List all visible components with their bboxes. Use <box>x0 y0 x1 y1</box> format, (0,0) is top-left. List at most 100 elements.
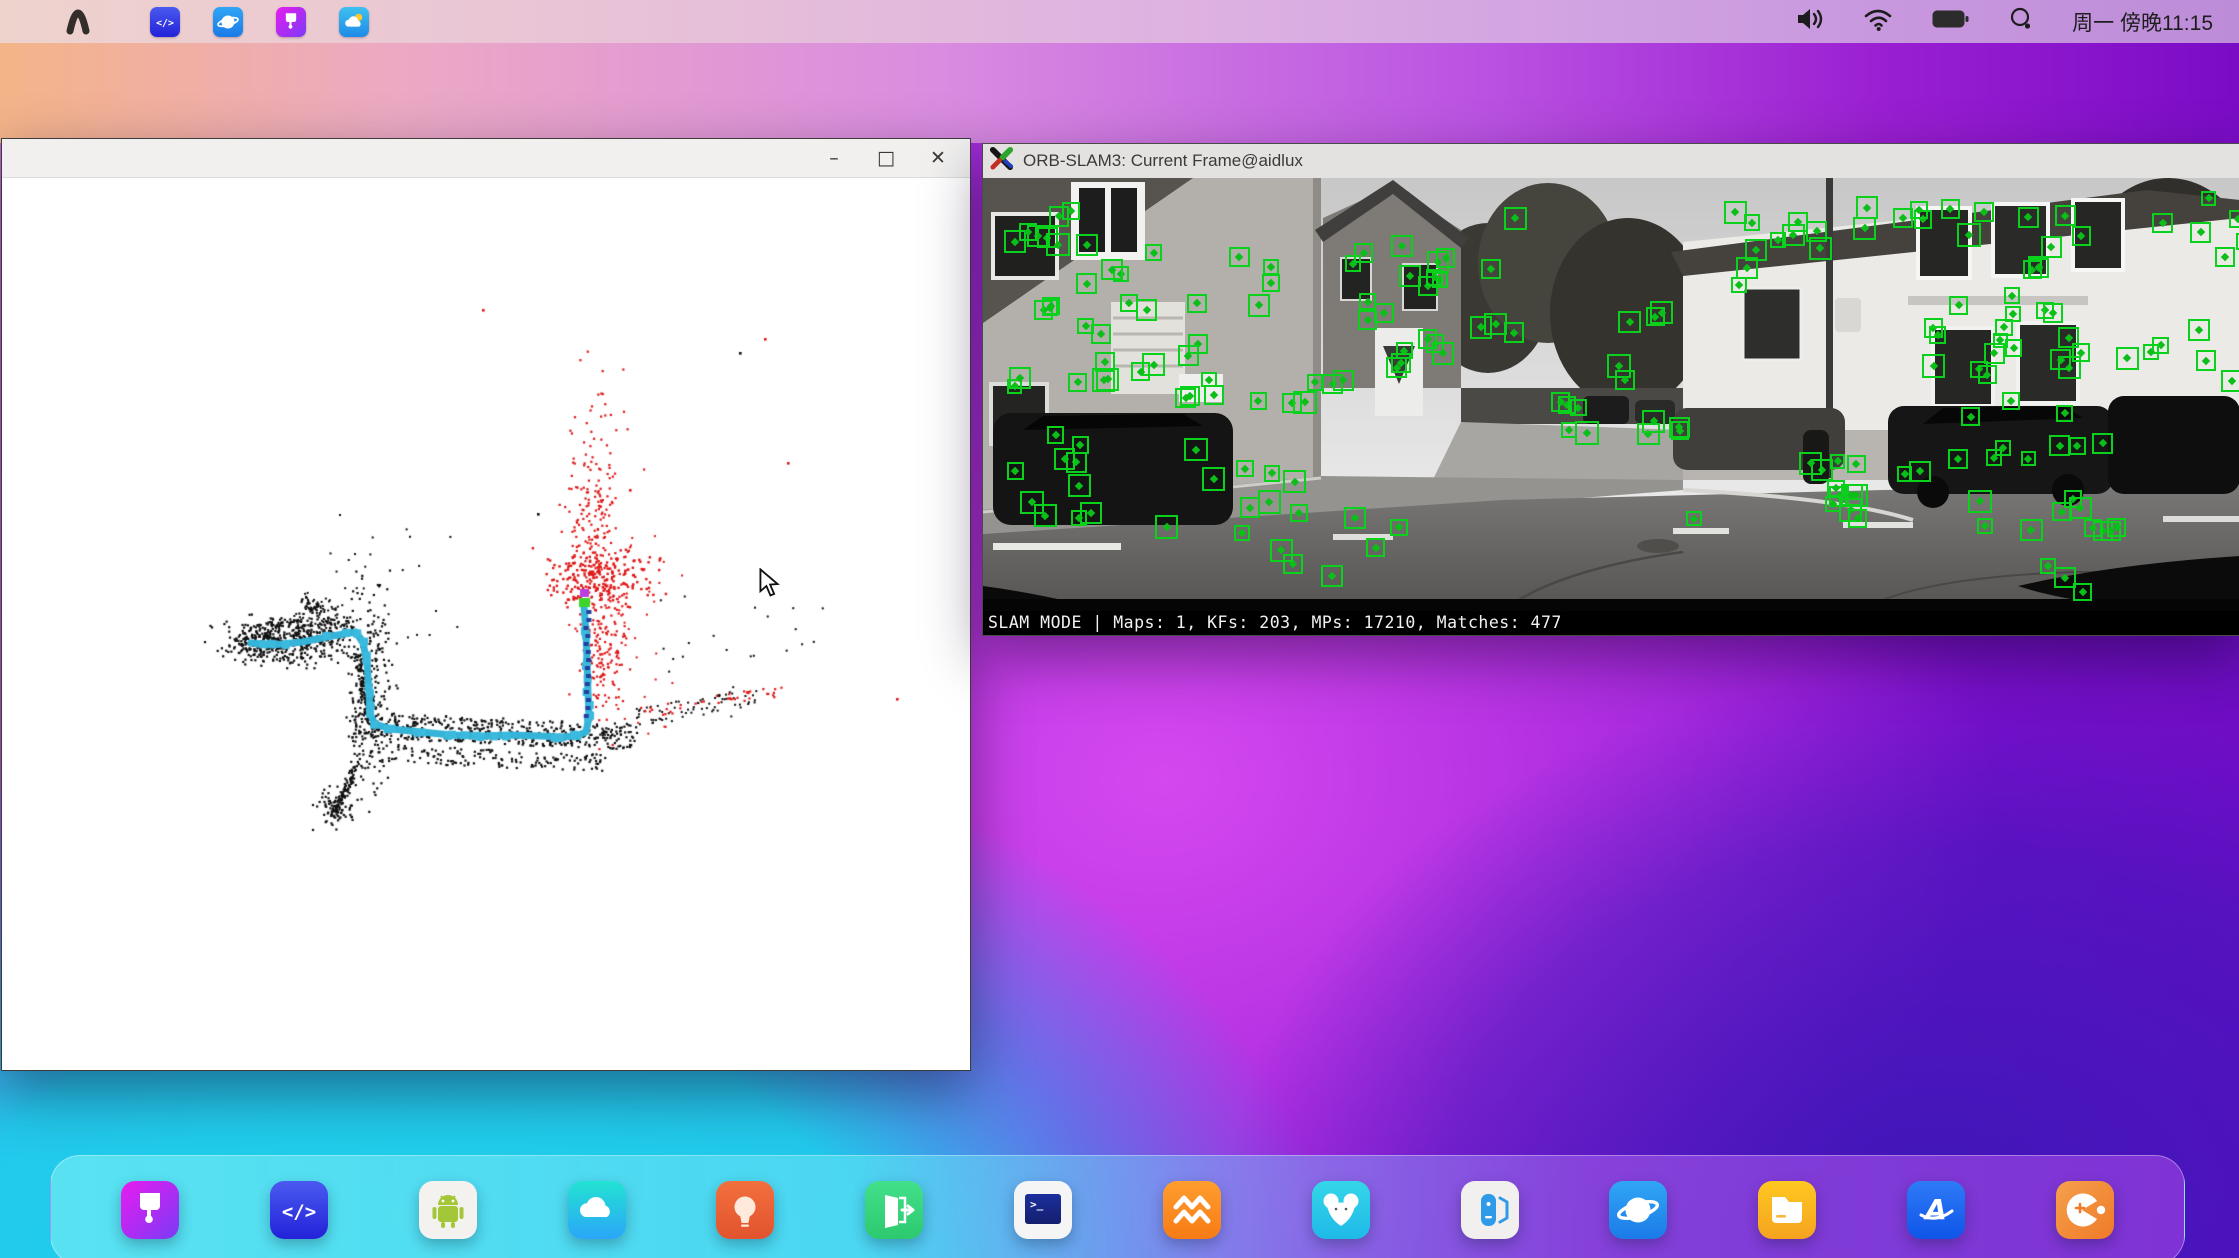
orb-feature-box <box>1047 426 1065 444</box>
orb-feature-box <box>1845 484 1868 507</box>
maximize-button[interactable]: □ <box>860 139 912 177</box>
dock-icon-wps[interactable] <box>1163 1181 1221 1239</box>
menubar-icon-theme[interactable] <box>276 7 306 37</box>
orb-feature-box <box>1184 438 1208 462</box>
dock-icon-terminal[interactable]: >_ <box>1014 1181 1072 1239</box>
orb-feature-box <box>2040 558 2056 574</box>
orb-feature-box <box>2029 258 2049 278</box>
orb-feature-box <box>1019 223 1037 241</box>
orb-feature-box <box>1136 299 1157 320</box>
search-icon[interactable] <box>2008 6 2034 37</box>
dock-icon-mouse[interactable] <box>1312 1181 1370 1239</box>
dock-icon-android[interactable] <box>419 1181 477 1239</box>
orb-feature-box <box>1234 525 1250 541</box>
orb-feature-box <box>2041 236 2062 257</box>
orb-feature-box <box>2055 205 2076 226</box>
orb-feature-box <box>1575 421 1599 445</box>
menubar-icon-cloudsun[interactable] <box>339 7 369 37</box>
orb-feature-box <box>1809 237 1832 260</box>
orb-feature-box <box>1853 217 1876 240</box>
dock-icon-files[interactable] <box>1758 1181 1816 1239</box>
orb-feature-box <box>2049 435 2070 456</box>
orb-feature-box <box>1077 318 1093 334</box>
orb-feature-box <box>1095 352 1116 373</box>
dock-icon-cloud[interactable] <box>568 1181 626 1239</box>
orb-feature-box <box>1968 490 1992 514</box>
dock-icon-device[interactable] <box>1461 1181 1519 1239</box>
orb-feature-box <box>2050 349 2071 370</box>
orb-feature-box <box>1909 461 1931 483</box>
wifi-icon[interactable] <box>1862 6 1894 37</box>
orb-feature-box <box>1345 255 1362 272</box>
orb-feature-overlay <box>983 178 2239 611</box>
orb-feature-box <box>1264 465 1280 481</box>
orb-feature-box <box>1307 374 1323 390</box>
orb-feature-box <box>1046 233 1069 256</box>
orb-feature-box <box>1248 294 1270 316</box>
window-title: ORB-SLAM3: Current Frame@aidlux <box>1023 151 1303 171</box>
dock-icon-game[interactable] <box>2056 1181 2114 1239</box>
orb-feature-box <box>1101 259 1122 280</box>
orbslam-frame-window: ORB-SLAM3: Current Frame@aidlux <box>982 143 2239 636</box>
orb-feature-box <box>1731 277 1747 293</box>
orb-feature-box <box>1551 392 1570 411</box>
slam-point-cloud-canvas[interactable] <box>2 178 968 1069</box>
orb-feature-box <box>1799 452 1822 475</box>
orb-feature-box <box>1948 449 1968 469</box>
orb-feature-box <box>1262 274 1280 292</box>
battery-icon[interactable] <box>1932 8 1970 35</box>
map-viewport[interactable] <box>2 178 968 1069</box>
orb-feature-box <box>2021 451 2036 466</box>
orb-feature-box <box>2002 392 2020 410</box>
orb-feature-box <box>1974 202 1994 222</box>
orb-feature-box <box>1390 519 1407 536</box>
orb-feature-box <box>1366 538 1385 557</box>
menubar-left: </> <box>0 6 402 38</box>
dock-icon-door[interactable] <box>865 1181 923 1239</box>
orb-feature-box <box>1770 232 1786 248</box>
menubar: </> 周一 傍晚11:15 <box>0 0 2239 43</box>
menubar-right: 周一 傍晚11:15 <box>1794 6 2239 37</box>
orb-feature-box <box>1788 212 1808 232</box>
volume-icon[interactable] <box>1794 6 1824 37</box>
orb-feature-box <box>1724 201 1747 224</box>
orb-feature-box <box>1034 504 1057 527</box>
orb-feature-box <box>2069 497 2091 519</box>
orb-feature-box <box>1669 417 1690 438</box>
dock-icon-theme[interactable] <box>121 1181 179 1239</box>
wallpaper-top-gradient <box>0 41 2239 143</box>
menubar-icon-planet[interactable] <box>213 7 243 37</box>
aidlux-logo-icon[interactable] <box>62 6 94 38</box>
svg-text:</>: </> <box>282 1201 316 1223</box>
clock[interactable]: 周一 傍晚11:15 <box>2072 7 2213 37</box>
dock-icon-planet[interactable] <box>1609 1181 1667 1239</box>
minimize-button[interactable]: – <box>808 139 860 177</box>
orb-feature-box <box>1187 294 1207 314</box>
orb-feature-box <box>1068 474 1091 497</box>
orb-feature-box <box>1391 235 1413 257</box>
orb-feature-box <box>1618 311 1640 333</box>
orb-feature-box <box>2054 567 2076 589</box>
slam-status-bar: SLAM MODE | Maps: 1, KFs: 203, MPs: 1721… <box>983 611 2239 633</box>
dock-icon-aidlux[interactable]: A <box>1907 1181 1965 1239</box>
orb-feature-box <box>1481 259 1501 279</box>
orb-feature-box <box>2005 306 2021 322</box>
orb-feature-box <box>1650 301 1673 324</box>
orb-feature-box <box>2188 319 2210 341</box>
orb-feature-box <box>1204 385 1224 405</box>
orb-feature-box <box>2221 370 2239 391</box>
orb-feature-box <box>1504 322 1524 342</box>
orb-feature-box <box>1321 565 1343 587</box>
orb-feature-box <box>1178 345 1199 366</box>
window-controls: – □ ✕ <box>808 139 964 177</box>
menubar-icon-code[interactable]: </> <box>150 7 180 37</box>
orbslam-window-titlebar[interactable]: ORB-SLAM3: Current Frame@aidlux <box>983 144 2239 178</box>
orb-feature-box <box>2004 287 2020 303</box>
dock-icon-bulb[interactable] <box>716 1181 774 1239</box>
orb-feature-box <box>2196 350 2216 370</box>
orb-feature-box <box>1374 303 1394 323</box>
orb-feature-box <box>1910 201 1928 219</box>
dock-icon-code[interactable]: </> <box>270 1181 328 1239</box>
map-window-titlebar[interactable]: – □ ✕ <box>2 139 970 178</box>
close-button[interactable]: ✕ <box>912 139 964 177</box>
